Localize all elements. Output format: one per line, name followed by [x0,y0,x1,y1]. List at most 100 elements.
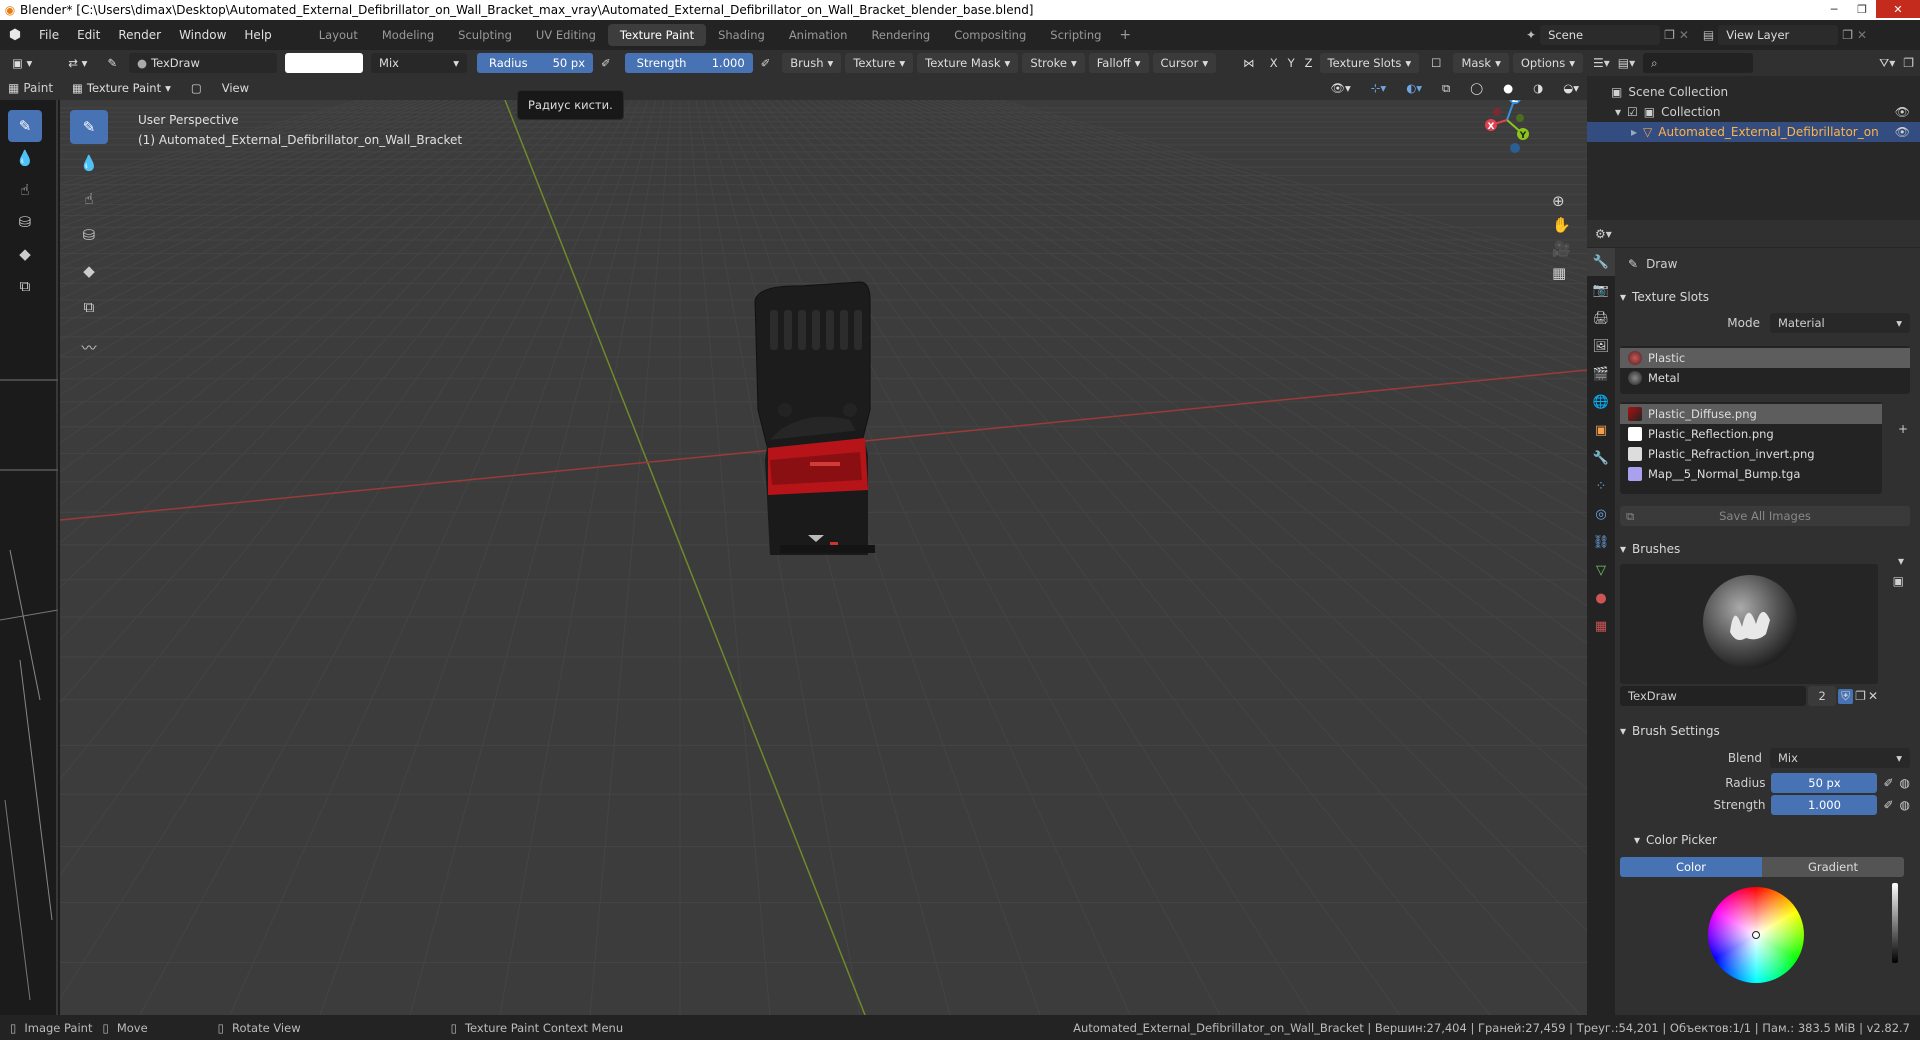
strength-pressure-icon[interactable]: ✐ [1883,798,1893,812]
brush-dropdown-icon[interactable]: ▾ [1898,554,1904,568]
strength-prop-slider[interactable]: 1.000 [1771,795,1878,815]
tab-compositing[interactable]: Compositing [942,24,1038,46]
tab-sculpting[interactable]: Sculpting [446,24,524,46]
visibility-icon[interactable]: 👁▾ [1322,78,1358,98]
view-layer-field[interactable]: View Layer [1718,25,1839,45]
tab-uv-editing[interactable]: UV Editing [524,24,608,46]
shading-rendered-icon[interactable]: ◒▾ [1555,78,1587,98]
blend-select[interactable]: Mix ▾ [1770,748,1910,768]
collection-row[interactable]: ▾ ☑ ▣ Collection 👁 [1587,102,1920,122]
3d-viewport[interactable]: ✎ 💧 ☝ ⛁ ◆ ⧉ 〰 User Perspective (1) Autom… [60,100,1587,1015]
mask-tool-icon[interactable]: ⧉ [8,270,42,302]
mode-select[interactable]: Material ▾ [1770,313,1910,333]
mode-switch-icon[interactable]: ⇄ ▾ [60,53,95,73]
outliner-editor-icon[interactable]: ☰▾ [1593,56,1610,70]
texture-mask-menu[interactable]: Texture Mask ▾ [917,53,1019,73]
strength-unit-icon[interactable]: ◍ [1900,798,1910,812]
tab-animation[interactable]: Animation [777,24,860,46]
brush-users-count[interactable]: 2 [1808,686,1837,706]
scene-collection-row[interactable]: ▣ Scene Collection [1587,82,1920,102]
eye-icon[interactable]: 👁 [1895,122,1910,142]
texture-slots-panel-header[interactable]: ▾ Texture Slots [1620,286,1910,308]
list-item[interactable]: Plastic_Diffuse.png [1620,404,1882,424]
brush-preview[interactable] [1620,564,1878,684]
list-item[interactable]: Plastic_Refraction_invert.png [1620,444,1882,464]
falloff-menu[interactable]: Falloff ▾ [1088,53,1149,73]
particles-tab-icon[interactable]: ⁘ [1587,472,1615,500]
menu-edit[interactable]: Edit [68,28,109,42]
tab-rendering[interactable]: Rendering [859,24,942,46]
list-item[interactable]: Plastic_Reflection.png [1620,424,1882,444]
output-tab-icon[interactable]: 🖨 [1587,304,1615,332]
ortho-toggle-icon[interactable]: ▦ [1552,264,1571,282]
mask-brush-tool[interactable]: ⧉ [70,290,108,324]
display-mode-icon[interactable]: ▤▾ [1618,56,1635,70]
texture-paint-mode-select[interactable]: ▦ Texture Paint ▾ [64,78,179,98]
color-wheel[interactable] [1708,887,1804,983]
new-scene-icon[interactable]: ❐ [1664,28,1675,42]
eye-icon[interactable]: 👁 [1895,102,1910,122]
texture-menu[interactable]: Texture ▾ [845,53,914,73]
overlay-toggle-icon[interactable]: ◐▾ [1398,78,1430,98]
clone-brush-tool[interactable]: ⛁ [70,218,108,252]
constraints-tab-icon[interactable]: ⛓ [1587,528,1615,556]
unlink-brush-icon[interactable]: ✕ [1868,689,1878,703]
tab-texture-paint[interactable]: Texture Paint [607,24,707,46]
fill-tool-icon[interactable]: ◆ [8,238,42,270]
soften-brush-tool[interactable]: 💧 [70,146,108,180]
pressure-icon[interactable]: ✐ [593,53,619,73]
object-row[interactable]: ▸ ▽ Automated_External_Defibrillator_on_… [1587,122,1920,142]
view-layer-tab-icon[interactable]: 🖼 [1587,332,1615,360]
filter-icon[interactable]: ⛛▾ [1879,56,1895,71]
strength-slider[interactable]: Strength 1.000 [624,53,753,73]
texture-slots-menu[interactable]: Texture Slots ▾ [1319,53,1420,73]
radius-slider[interactable]: Radius 50 px [477,53,594,73]
zoom-icon[interactable]: ⊕ [1552,192,1571,210]
options-menu[interactable]: Options ▾ [1512,53,1583,73]
scene-field[interactable]: Scene [1540,25,1661,45]
modifier-tab-icon[interactable]: 🔧 [1587,444,1615,472]
tool-tab-icon[interactable]: 🔧 [1587,248,1615,276]
brush-color-swatch[interactable] [285,53,364,73]
smear-tool-icon[interactable]: ☝ [8,174,42,206]
list-item[interactable]: Plastic [1620,348,1910,368]
symmetry-icon[interactable]: ⋈ [1235,53,1263,73]
tab-color[interactable]: Color [1620,857,1762,877]
camera-view-icon[interactable]: 🎥 [1552,240,1571,258]
expand-arrow-icon[interactable]: ▸ [1631,122,1637,142]
fake-user-shield-icon[interactable]: ⛨ [1838,688,1854,704]
data-tab-icon[interactable]: ▽ [1587,556,1615,584]
menu-render[interactable]: Render [109,28,170,42]
gizmo-toggle-icon[interactable]: ⊹▾ [1363,78,1394,98]
object-tab-icon[interactable]: ▣ [1587,416,1615,444]
mask-checkbox[interactable]: ☐ [1423,53,1449,73]
brush-menu[interactable]: Brush ▾ [782,53,842,73]
new-view-layer-icon[interactable]: ❐ [1842,28,1853,42]
properties-editor-icon[interactable]: ⚙▾ [1595,227,1612,241]
editor-type-icon[interactable]: ▣ ▾ [4,53,40,73]
strength-pressure-icon[interactable]: ✐ [753,53,779,73]
menu-file[interactable]: File [30,28,68,42]
new-collection-icon[interactable]: ❐ [1903,56,1914,70]
pan-hand-icon[interactable]: ✋ [1552,216,1571,234]
close-button[interactable]: ✕ [1876,0,1920,18]
brush-name-field[interactable]: ● TexDraw [129,53,278,73]
menu-help[interactable]: Help [235,28,280,42]
maximize-button[interactable]: ❐ [1848,0,1876,18]
axis-x-toggle[interactable]: X [1267,53,1281,73]
shading-solid-icon[interactable]: ● [1495,78,1521,98]
brush-name-input[interactable]: TexDraw [1620,686,1807,706]
soften-tool-icon[interactable]: 💧 [8,142,42,174]
value-slider[interactable] [1892,883,1898,963]
annotate-tool[interactable]: 〰 [70,330,108,364]
material-tab-icon[interactable]: ● [1587,584,1615,612]
tab-scripting[interactable]: Scripting [1038,24,1113,46]
mask-toggle-icon[interactable]: ▢ [183,78,210,98]
list-item[interactable]: Map__5_Normal_Bump.tga [1620,464,1882,484]
radius-prop-slider[interactable]: 50 px [1771,773,1878,793]
texture-tab-icon[interactable]: ▦ [1587,612,1615,640]
brushes-panel-header[interactable]: ▾ Brushes [1620,538,1910,560]
scene-tab-icon[interactable]: 🎬 [1587,360,1615,388]
tab-shading[interactable]: Shading [706,24,777,46]
tab-layout[interactable]: Layout [307,24,370,46]
